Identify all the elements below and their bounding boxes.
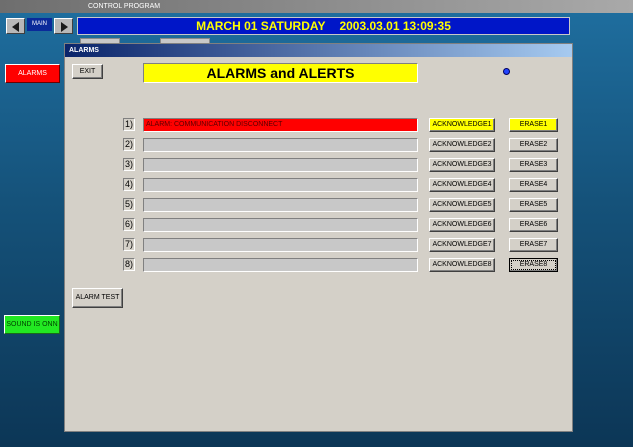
navigation-bar: MAIN MARCH 01 SATURDAY 2003.03.01 13:09:… bbox=[0, 13, 633, 39]
acknowledge-button[interactable]: ACKNOWLEDGE5 bbox=[429, 198, 495, 212]
alarms-indicator-button[interactable]: ALARMS bbox=[5, 64, 60, 83]
sound-status-button[interactable]: SOUND IS ONN bbox=[4, 315, 60, 334]
erase-button[interactable]: ERASE7 bbox=[509, 238, 558, 252]
alarm-message-field bbox=[143, 218, 418, 232]
acknowledge-button[interactable]: ACKNOWLEDGE6 bbox=[429, 218, 495, 232]
datetime-label: 2003.03.01 13:09:35 bbox=[339, 19, 451, 33]
alarm-message-field bbox=[143, 258, 418, 272]
forward-button[interactable] bbox=[54, 18, 73, 34]
alarm-test-button[interactable]: ALARM TEST bbox=[72, 288, 123, 308]
alarm-row-number: 1) bbox=[123, 118, 135, 131]
acknowledge-button[interactable]: ACKNOWLEDGE8 bbox=[429, 258, 495, 272]
acknowledge-button[interactable]: ACKNOWLEDGE1 bbox=[429, 118, 495, 132]
alarm-message-field bbox=[143, 238, 418, 252]
alarm-message-field bbox=[143, 198, 418, 212]
alarms-dialog: ALARMS EXIT ALARMS and ALERTS 1) ALARM: C… bbox=[64, 43, 573, 432]
erase-button[interactable]: ERASE3 bbox=[509, 158, 558, 172]
window-title-bar: CONTROL PROGRAM bbox=[0, 0, 633, 13]
acknowledge-button[interactable]: ACKNOWLEDGE3 bbox=[429, 158, 495, 172]
alarm-message-field bbox=[143, 158, 418, 172]
status-indicator-icon bbox=[503, 68, 510, 75]
back-button[interactable] bbox=[6, 18, 25, 34]
alarm-message-field: ALARM: COMMUNICATION DISCONNECT bbox=[143, 118, 418, 132]
alarm-row-number: 3) bbox=[123, 158, 135, 171]
alarm-row-number: 6) bbox=[123, 218, 135, 231]
erase-button[interactable]: ERASE2 bbox=[509, 138, 558, 152]
erase-button[interactable]: ERASE8 bbox=[509, 258, 558, 272]
erase-button[interactable]: ERASE1 bbox=[509, 118, 558, 132]
dialog-title: ALARMS bbox=[69, 47, 99, 54]
acknowledge-button[interactable]: ACKNOWLEDGE4 bbox=[429, 178, 495, 192]
alarm-row-number: 4) bbox=[123, 178, 135, 191]
dialog-title-bar: ALARMS bbox=[65, 44, 572, 57]
main-label: MAIN bbox=[27, 18, 52, 31]
window-title: CONTROL PROGRAM bbox=[88, 3, 161, 10]
exit-button[interactable]: EXIT bbox=[72, 64, 103, 79]
acknowledge-button[interactable]: ACKNOWLEDGE7 bbox=[429, 238, 495, 252]
left-arrow-icon bbox=[12, 22, 19, 32]
erase-button[interactable]: ERASE5 bbox=[509, 198, 558, 212]
right-arrow-icon bbox=[61, 22, 68, 32]
erase-button[interactable]: ERASE4 bbox=[509, 178, 558, 192]
alarm-message-field bbox=[143, 138, 418, 152]
alarm-message-field bbox=[143, 178, 418, 192]
page-title: ALARMS and ALERTS bbox=[143, 63, 418, 83]
erase-button[interactable]: ERASE6 bbox=[509, 218, 558, 232]
alarm-row-number: 2) bbox=[123, 138, 135, 151]
day-label: MARCH 01 SATURDAY bbox=[196, 19, 326, 33]
alarm-row-number: 5) bbox=[123, 198, 135, 211]
acknowledge-button[interactable]: ACKNOWLEDGE2 bbox=[429, 138, 495, 152]
date-time-bar: MARCH 01 SATURDAY 2003.03.01 13:09:35 bbox=[77, 17, 570, 35]
alarm-row-number: 8) bbox=[123, 258, 135, 271]
alarm-row-number: 7) bbox=[123, 238, 135, 251]
